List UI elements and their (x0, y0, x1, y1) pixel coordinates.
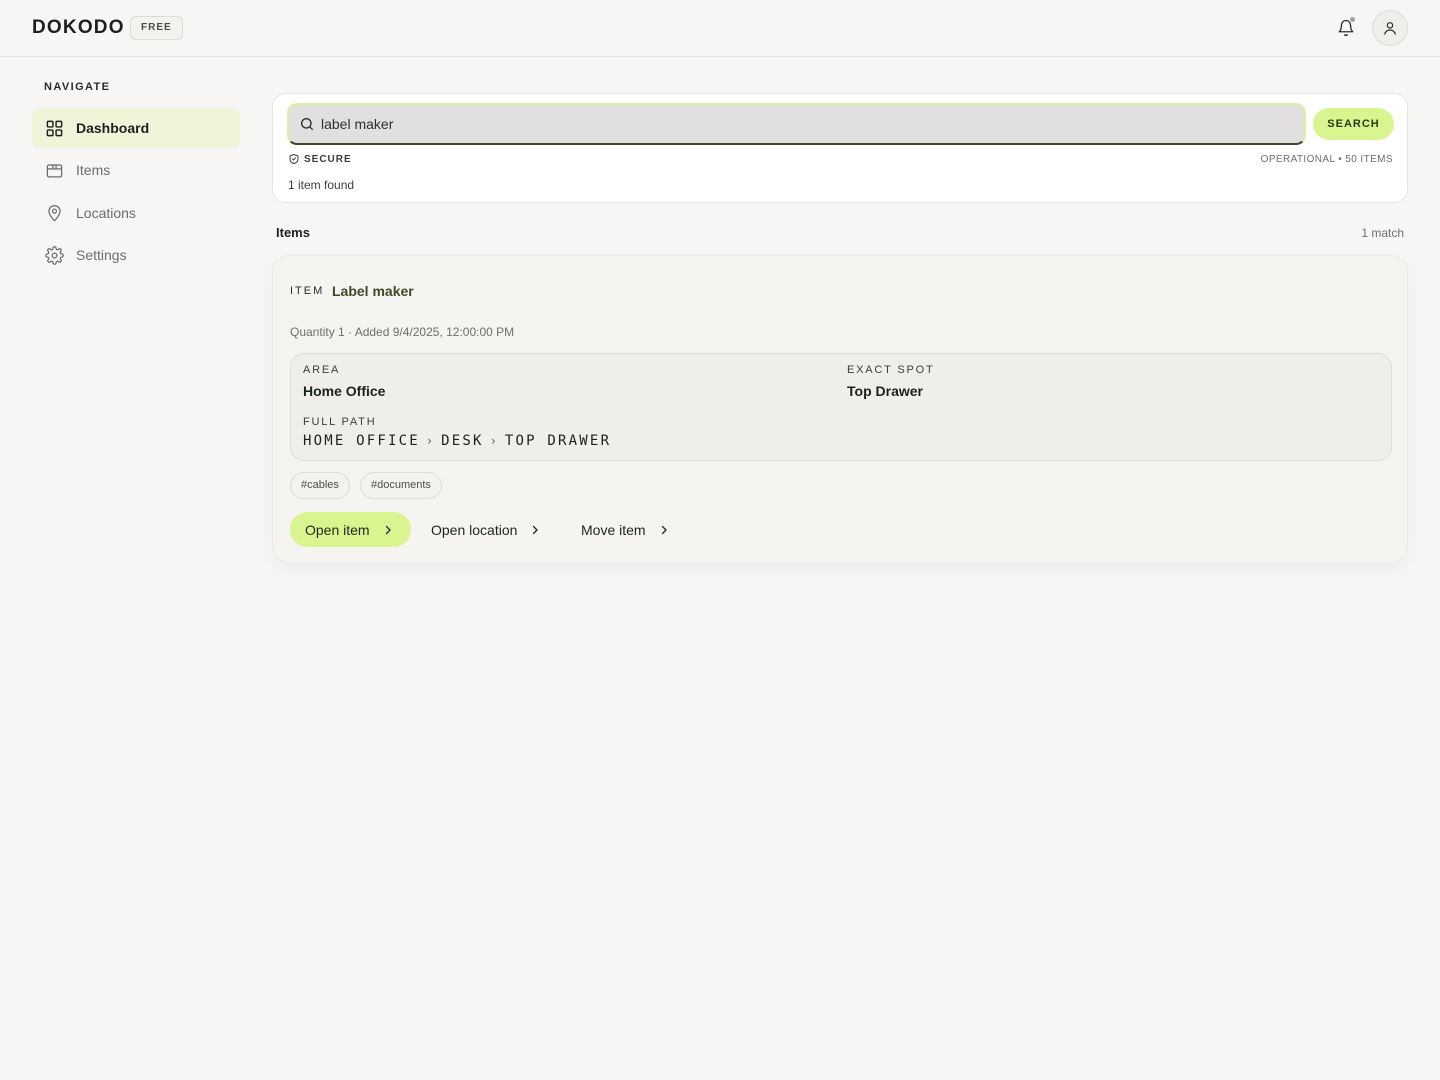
chevron-right-icon (382, 524, 394, 536)
top-bar: DOKODO FREE (0, 0, 1440, 57)
search-button[interactable]: SEARCH (1313, 108, 1394, 140)
path-segment: TOP DRAWER (504, 433, 612, 449)
item-result-card: ITEM Label maker Quantity 1 · Added 9/4/… (272, 255, 1408, 564)
open-item-button[interactable]: Open item (290, 512, 411, 547)
search-field[interactable] (287, 103, 1306, 145)
profile-button[interactable] (1372, 10, 1408, 46)
path-segment: DESK (441, 433, 484, 449)
tag-documents[interactable]: #documents (360, 472, 442, 499)
results-section-title: Items (276, 225, 310, 240)
chevron-right-icon: › (425, 434, 434, 448)
path-segment: HOME OFFICE (303, 433, 420, 449)
box-icon (44, 160, 64, 180)
tag-cables[interactable]: #cables (290, 472, 350, 499)
map-pin-icon (44, 203, 64, 223)
notifications-button[interactable] (1334, 16, 1358, 40)
open-item-label: Open item (305, 521, 370, 538)
sidebar-item-label: Items (76, 162, 111, 178)
secure-label: SECURE (304, 153, 352, 165)
sidebar-item-locations[interactable]: Locations (32, 193, 240, 233)
open-location-label: Open location (431, 521, 518, 538)
secure-indicator: SECURE (288, 153, 352, 165)
search-panel: SEARCH SECURE OPERATIONAL • 50 ITEMS 1 i… (272, 93, 1408, 203)
sidebar-item-dashboard[interactable]: Dashboard (32, 108, 240, 148)
open-location-button[interactable]: Open location (431, 512, 541, 547)
shield-check-icon (288, 153, 300, 165)
chevron-right-icon: › (489, 434, 497, 448)
area-label: AREA (303, 364, 341, 376)
result-count: 1 item found (288, 178, 355, 192)
move-item-label: Move item (581, 521, 646, 538)
item-meta: Quantity 1 · Added 9/4/2025, 12:00:00 PM (290, 325, 515, 339)
sidebar-item-settings[interactable]: Settings (32, 235, 240, 275)
notification-dot (1349, 16, 1356, 23)
area-value: Home Office (303, 383, 386, 399)
search-icon (299, 116, 315, 132)
sidebar-heading: NAVIGATE (44, 81, 111, 93)
sidebar-item-items[interactable]: Items (32, 150, 240, 190)
sidebar-item-label: Dashboard (76, 120, 150, 136)
sidebar-item-label: Locations (76, 205, 136, 221)
sidebar-item-label: Settings (76, 247, 127, 263)
app-logo[interactable]: DOKODO (32, 17, 125, 39)
plan-badge: FREE (130, 16, 183, 40)
item-kicker: ITEM (290, 285, 325, 297)
full-path-label: FULL PATH (303, 416, 377, 428)
full-path: HOME OFFICE › DESK › TOP DRAWER (303, 433, 611, 449)
chevron-right-icon (658, 524, 670, 536)
chevron-right-icon (529, 524, 541, 536)
grid-icon (44, 118, 64, 138)
system-status: OPERATIONAL • 50 ITEMS (1260, 154, 1393, 165)
user-icon (1382, 20, 1398, 36)
item-name[interactable]: Label maker (332, 283, 414, 299)
exact-spot-value: Top Drawer (847, 383, 923, 399)
exact-spot-label: EXACT SPOT (847, 364, 935, 376)
gear-icon (44, 245, 64, 265)
location-details: AREA Home Office EXACT SPOT Top Drawer F… (290, 353, 1392, 461)
search-input[interactable] (321, 116, 1281, 132)
move-item-button[interactable]: Move item (581, 512, 670, 547)
match-count: 1 match (1361, 226, 1404, 240)
